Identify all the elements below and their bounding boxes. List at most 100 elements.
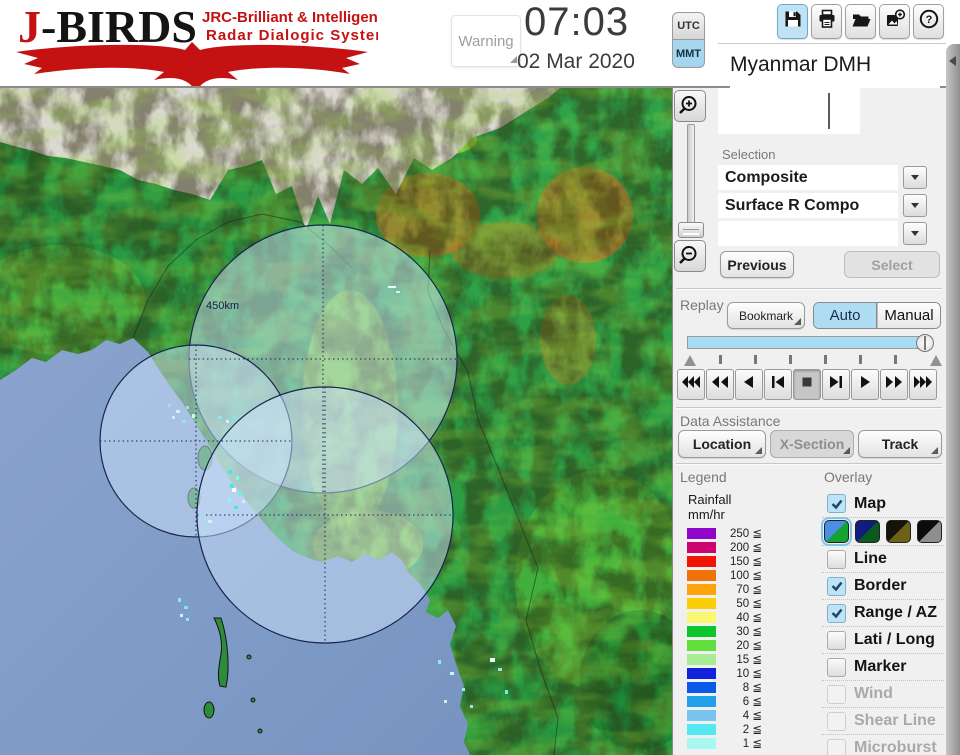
print-button[interactable] xyxy=(811,4,842,39)
step-forward-button[interactable] xyxy=(822,369,850,400)
checkbox[interactable] xyxy=(827,603,846,623)
save-button[interactable] xyxy=(777,4,808,39)
overlay-item-border: Border xyxy=(822,572,944,599)
replay-mode-toggle: Auto Manual xyxy=(813,302,941,329)
legend-row: 40 ≦ xyxy=(687,610,762,624)
selection-dropdown-2[interactable]: Surface R Compo xyxy=(718,193,898,218)
warning-button[interactable]: Warning xyxy=(451,15,521,67)
timezone-toggle: UTC MMT xyxy=(672,12,705,68)
checkbox[interactable] xyxy=(827,549,846,569)
legend-threshold: 4 ≦ xyxy=(742,710,762,722)
legend-color-swatch xyxy=(687,527,716,539)
divider xyxy=(676,407,942,409)
legend-row: 20 ≦ xyxy=(687,638,762,652)
svg-text:?: ? xyxy=(925,14,932,26)
replay-timeline-handle[interactable] xyxy=(916,334,934,352)
corner-fold-icon xyxy=(843,447,850,454)
rewind-button[interactable] xyxy=(706,369,734,400)
panel-collapse-strip[interactable] xyxy=(946,44,960,755)
overlay-item-shear-line: Shear Line xyxy=(822,707,944,734)
range-label: 450km xyxy=(206,300,239,312)
legend-threshold: 8 ≦ xyxy=(742,682,762,694)
legend-threshold: 30 ≦ xyxy=(736,626,762,638)
legend-color-swatch xyxy=(687,583,716,595)
corner-fold-icon xyxy=(510,56,517,63)
checkbox xyxy=(827,684,846,704)
step-forward-icon xyxy=(826,372,846,397)
zoom-slider-thumb[interactable] xyxy=(678,222,704,238)
legend-row: 2 ≦ xyxy=(687,722,762,736)
legend-threshold: 1 ≦ xyxy=(742,738,762,750)
stop-button[interactable] xyxy=(793,369,821,400)
dropdown-arrow-button[interactable] xyxy=(903,194,927,217)
legend-color-swatch xyxy=(687,667,716,679)
export-image-button[interactable] xyxy=(879,4,910,39)
step-back-button[interactable] xyxy=(764,369,792,400)
check-icon xyxy=(831,581,842,592)
selection-dropdown-3[interactable] xyxy=(718,221,898,246)
checkbox[interactable] xyxy=(827,657,846,677)
legend-unit: mm/hr xyxy=(688,507,725,522)
manual-mode-button[interactable]: Manual xyxy=(877,303,940,328)
replay-timeline-track[interactable] xyxy=(687,336,927,349)
divider xyxy=(676,463,942,465)
legend-threshold: 2 ≦ xyxy=(742,724,762,736)
map-style-swatch-2[interactable] xyxy=(855,520,880,543)
play-icon xyxy=(855,372,875,397)
fastest-rewind-button[interactable] xyxy=(677,369,705,400)
legend-row: 10 ≦ xyxy=(687,666,762,680)
legend-threshold: 200 ≦ xyxy=(729,542,762,554)
site-input[interactable] xyxy=(718,88,860,134)
map-style-swatch-3[interactable] xyxy=(886,520,911,543)
radar-map[interactable]: 450km xyxy=(0,88,672,755)
map-style-swatch-1[interactable] xyxy=(821,517,852,546)
selection-label: Selection xyxy=(722,147,776,162)
chevron-down-icon xyxy=(911,231,919,236)
legend-threshold: 150 ≦ xyxy=(729,556,762,568)
play-button[interactable] xyxy=(851,369,879,400)
legend-row: 4 ≦ xyxy=(687,708,762,722)
legend-row: 1 ≦ xyxy=(687,736,762,750)
utc-button[interactable]: UTC xyxy=(672,12,705,40)
checkbox[interactable] xyxy=(827,630,846,650)
collapse-arrow-icon xyxy=(949,56,956,66)
bookmark-button[interactable]: Bookmark xyxy=(727,302,805,329)
zoom-out-button[interactable] xyxy=(674,240,706,272)
fast-forward-button[interactable] xyxy=(880,369,908,400)
overlay-item-line: Line xyxy=(822,545,944,572)
check-icon xyxy=(831,608,842,619)
auto-mode-button[interactable]: Auto xyxy=(814,303,877,328)
track-button[interactable]: Track xyxy=(858,430,942,458)
zoom-in-icon xyxy=(679,96,697,114)
legend-threshold: 50 ≦ xyxy=(736,598,762,610)
mmt-button[interactable]: MMT xyxy=(672,40,705,68)
dropdown-arrow-button[interactable] xyxy=(903,166,927,189)
overlay-item-label: Map xyxy=(854,494,886,512)
checkbox[interactable] xyxy=(827,494,846,513)
play-reverse-button[interactable] xyxy=(735,369,763,400)
open-folder-button[interactable] xyxy=(845,4,876,39)
select-button[interactable]: Select xyxy=(844,251,940,278)
timeline-tick xyxy=(754,355,757,364)
zoom-slider-track[interactable] xyxy=(687,124,695,224)
fast-forward-icon xyxy=(884,372,904,397)
fastest-forward-button[interactable] xyxy=(909,369,937,400)
x-section-button[interactable]: X-Section xyxy=(770,430,854,458)
terrain-map: 450km xyxy=(0,88,672,755)
zoom-in-button[interactable] xyxy=(674,90,706,122)
map-style-swatch-4[interactable] xyxy=(917,520,942,543)
svg-text:J-BIRDS: J-BIRDS xyxy=(18,2,197,52)
selection-dropdown-1[interactable]: Composite xyxy=(718,165,898,190)
location-button[interactable]: Location xyxy=(678,430,766,458)
checkbox xyxy=(827,738,846,755)
overlay-item-wind: Wind xyxy=(822,680,944,707)
checkbox[interactable] xyxy=(827,576,846,596)
legend-threshold: 20 ≦ xyxy=(736,640,762,652)
help-button[interactable]: ? xyxy=(913,4,944,39)
clock-date: 02 Mar 2020 xyxy=(517,50,635,73)
corner-fold-icon xyxy=(794,318,801,325)
previous-button[interactable]: Previous xyxy=(720,251,794,278)
timeline-tick xyxy=(824,355,827,364)
dropdown-arrow-button[interactable] xyxy=(903,222,927,245)
playback-controls xyxy=(677,369,937,400)
